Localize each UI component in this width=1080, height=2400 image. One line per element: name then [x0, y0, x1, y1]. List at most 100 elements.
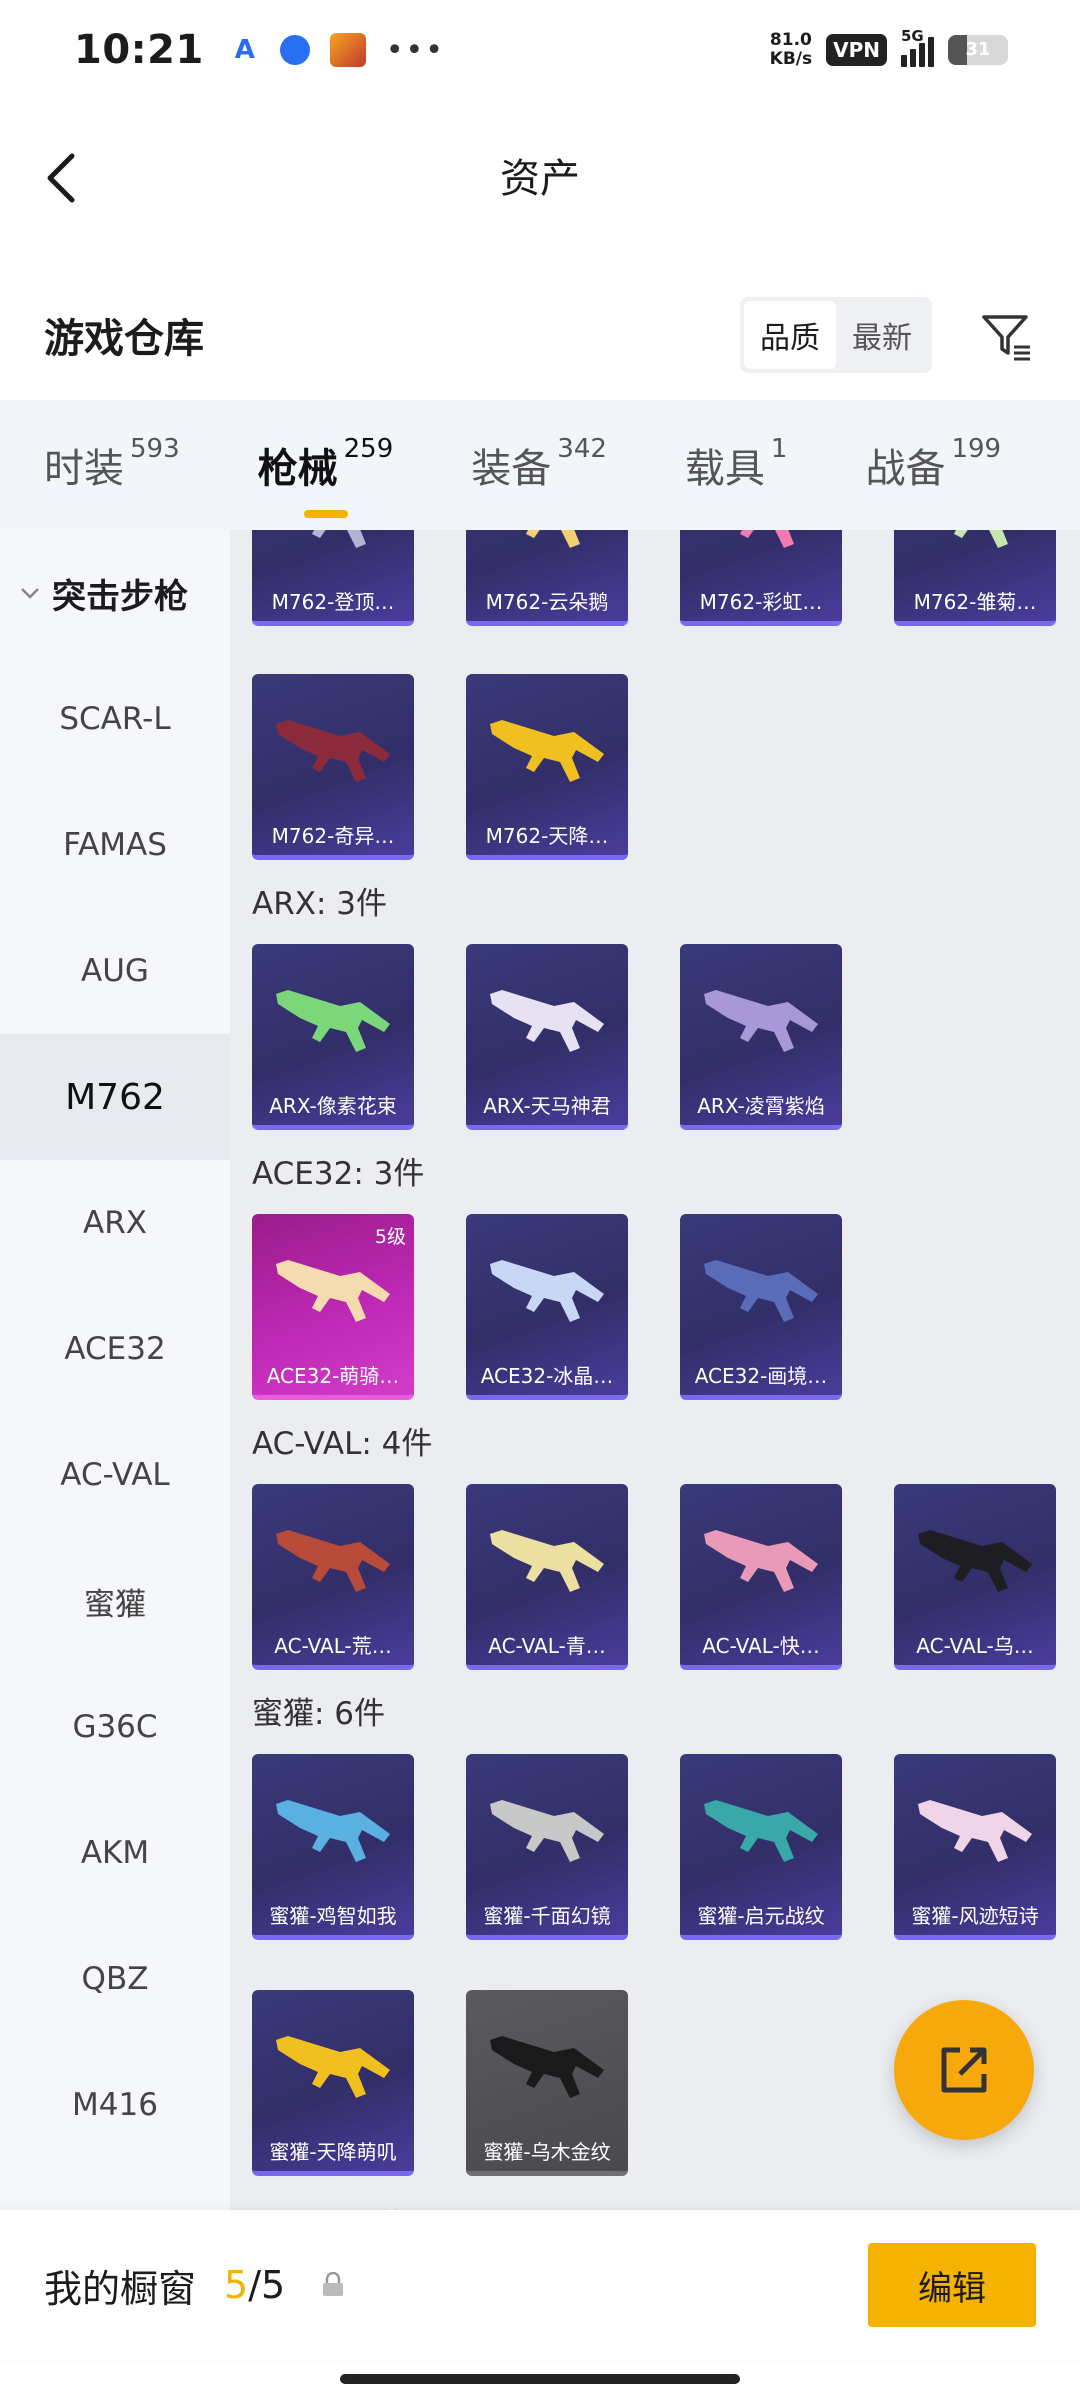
- rifle-icon: [276, 1800, 390, 1862]
- rifle-icon: [490, 1800, 604, 1862]
- share-fab-button[interactable]: [894, 2000, 1034, 2140]
- status-time: 10:21: [74, 27, 204, 73]
- tab-firearms[interactable]: 枪械 259: [257, 434, 393, 518]
- grid-row: M762-奇异… M762-天降…: [252, 674, 628, 860]
- chevron-down-icon: [21, 588, 39, 599]
- chevron-left-icon[interactable]: [40, 148, 90, 208]
- skin-name: ARX-凌霄紫焰: [697, 1094, 825, 1118]
- sidebar-group-assault-rifles[interactable]: 突击步枪: [0, 530, 230, 656]
- skin-name: ARX-天马神君: [483, 1094, 611, 1118]
- battery-icon: 31: [948, 35, 1008, 65]
- showcase-count-separator: /: [248, 2263, 262, 2307]
- status-bar: 10:21 A ••• 81.0 KB/s VPN 5G 31: [0, 0, 1080, 100]
- sidebar-item-scar-l[interactable]: SCAR-L: [0, 656, 230, 782]
- external-share-icon: [941, 2047, 987, 2093]
- tab-count: 593: [130, 434, 180, 464]
- rifle-icon: [276, 1530, 390, 1592]
- tab-label: 战备: [865, 446, 946, 492]
- grid-row: AC-VAL-荒… AC-VAL-青… AC-VAL-快… AC-VAL-乌…: [252, 1484, 1056, 1670]
- rifle-icon: [918, 1530, 1032, 1592]
- section-label-g36c: G36C: 1件: [252, 2200, 408, 2210]
- showcase-count-total: 5: [261, 2263, 286, 2307]
- grid-row: ARX-像素花束 ARX-天马神君 ARX-凌霄紫焰: [252, 944, 842, 1130]
- skin-card[interactable]: ARX-像素花束: [252, 944, 414, 1130]
- skin-name: M762-云朵鹅: [485, 590, 609, 614]
- tab-equipment[interactable]: 装备 342: [471, 434, 607, 494]
- sidebar-item-aug[interactable]: AUG: [0, 908, 230, 1034]
- sidebar-item-famas[interactable]: FAMAS: [0, 782, 230, 908]
- skin-card[interactable]: 蜜獾-天降萌叽: [252, 1990, 414, 2176]
- section-label-ac-val: AC-VAL: 4件: [252, 1426, 433, 1462]
- sidebar-item-arx[interactable]: ARX: [0, 1160, 230, 1286]
- skin-card[interactable]: 蜜獾-风迹短诗: [894, 1754, 1056, 1940]
- tab-supplies[interactable]: 战备 199: [865, 434, 1002, 494]
- category-tabs: 时装 593 枪械 259 装备 342 载具 1 战备 199: [0, 400, 1080, 530]
- edit-button[interactable]: 编辑: [868, 2243, 1036, 2327]
- vpn-badge: VPN: [826, 34, 887, 66]
- skin-card[interactable]: 蜜獾-鸡智如我: [252, 1754, 414, 1940]
- skin-card[interactable]: M762-彩虹…: [680, 530, 842, 626]
- home-indicator: [340, 2374, 740, 2384]
- sidebar-item-ace32[interactable]: ACE32: [0, 1286, 230, 1412]
- browser-icon: [279, 35, 310, 65]
- signal-icon: 5G: [901, 27, 934, 67]
- sidebar-item-m416[interactable]: M416: [0, 2042, 230, 2168]
- skin-name: ACE32-冰晶…: [480, 1364, 614, 1388]
- skin-name: AC-VAL-青…: [488, 1634, 606, 1658]
- sort-quality-button[interactable]: 品质: [744, 301, 836, 369]
- skin-card[interactable]: M762-云朵鹅: [466, 530, 628, 626]
- sidebar-item-ac-val[interactable]: AC-VAL: [0, 1412, 230, 1538]
- grid-row: 5级 ACE32-萌骑… ACE32-冰晶… ACE32-画境…: [252, 1214, 842, 1400]
- skin-card[interactable]: 蜜獾-乌木金纹: [466, 1990, 628, 2176]
- tab-count: 342: [557, 434, 607, 464]
- sort-newest-button[interactable]: 最新: [836, 301, 928, 369]
- tab-label: 时装: [44, 446, 124, 492]
- tab-count: 199: [951, 434, 1002, 464]
- warehouse-title: 游戏仓库: [44, 316, 204, 362]
- skin-card[interactable]: M762-登顶…: [252, 530, 414, 626]
- active-tab-indicator: [303, 510, 348, 518]
- rifle-icon: [704, 530, 818, 548]
- skin-card[interactable]: AC-VAL-快…: [680, 1484, 842, 1670]
- skin-card[interactable]: 蜜獾-启元战纹: [680, 1754, 842, 1940]
- rifle-icon: [276, 1260, 390, 1322]
- grid-row: 蜜獾-鸡智如我 蜜獾-千面幻镜 蜜獾-启元战纹 蜜獾-风迹短诗: [252, 1754, 1056, 1940]
- skin-card[interactable]: ACE32-画境…: [680, 1214, 842, 1400]
- skin-card[interactable]: M762-奇异…: [252, 674, 414, 860]
- page-title: 资产: [500, 156, 580, 202]
- skin-name: AC-VAL-快…: [702, 1634, 820, 1658]
- tab-label: 枪械: [257, 446, 338, 492]
- tab-label: 装备: [471, 446, 552, 492]
- skin-name: M762-奇异…: [271, 824, 395, 848]
- filter-icon[interactable]: [976, 305, 1036, 365]
- skin-name: AC-VAL-乌…: [916, 1634, 1034, 1658]
- skin-name: 蜜獾-乌木金纹: [483, 2140, 611, 2164]
- skin-card[interactable]: M762-天降…: [466, 674, 628, 860]
- tab-vehicles[interactable]: 载具 1: [685, 434, 788, 494]
- skin-card[interactable]: M762-雏菊…: [894, 530, 1056, 626]
- skin-card[interactable]: ARX-天马神君: [466, 944, 628, 1130]
- sidebar-item-akm[interactable]: AKM: [0, 1790, 230, 1916]
- network-type: 5G: [901, 27, 924, 45]
- skin-card[interactable]: AC-VAL-荒…: [252, 1484, 414, 1670]
- skin-card[interactable]: AC-VAL-乌…: [894, 1484, 1056, 1670]
- skin-card[interactable]: ARX-凌霄紫焰: [680, 944, 842, 1130]
- sidebar-item-honey-badger[interactable]: 蜜獾: [0, 1538, 230, 1664]
- skin-card[interactable]: AC-VAL-青…: [466, 1484, 628, 1670]
- skin-card[interactable]: ACE32-冰晶…: [466, 1214, 628, 1400]
- rifle-icon: [276, 2036, 390, 2098]
- sidebar-item-m762[interactable]: M762: [0, 1034, 230, 1160]
- sidebar-item-g36c[interactable]: G36C: [0, 1664, 230, 1790]
- skin-name: 蜜獾-天降萌叽: [269, 2140, 397, 2164]
- skin-card[interactable]: 5级 ACE32-萌骑…: [252, 1214, 414, 1400]
- skin-name: 蜜獾-风迹短诗: [911, 1904, 1039, 1928]
- skin-card[interactable]: 蜜獾-千面幻镜: [466, 1754, 628, 1940]
- network-speed: 81.0 KB/s: [770, 31, 812, 69]
- skin-name: AC-VAL-荒…: [274, 1634, 392, 1658]
- showcase-count: 5/5: [224, 2263, 285, 2307]
- tab-fashion[interactable]: 时装 593: [44, 434, 180, 494]
- rifle-icon: [490, 530, 604, 548]
- rifle-icon: [490, 1260, 604, 1322]
- sidebar-item-qbz[interactable]: QBZ: [0, 1916, 230, 2042]
- skin-name: ACE32-萌骑…: [266, 1364, 400, 1388]
